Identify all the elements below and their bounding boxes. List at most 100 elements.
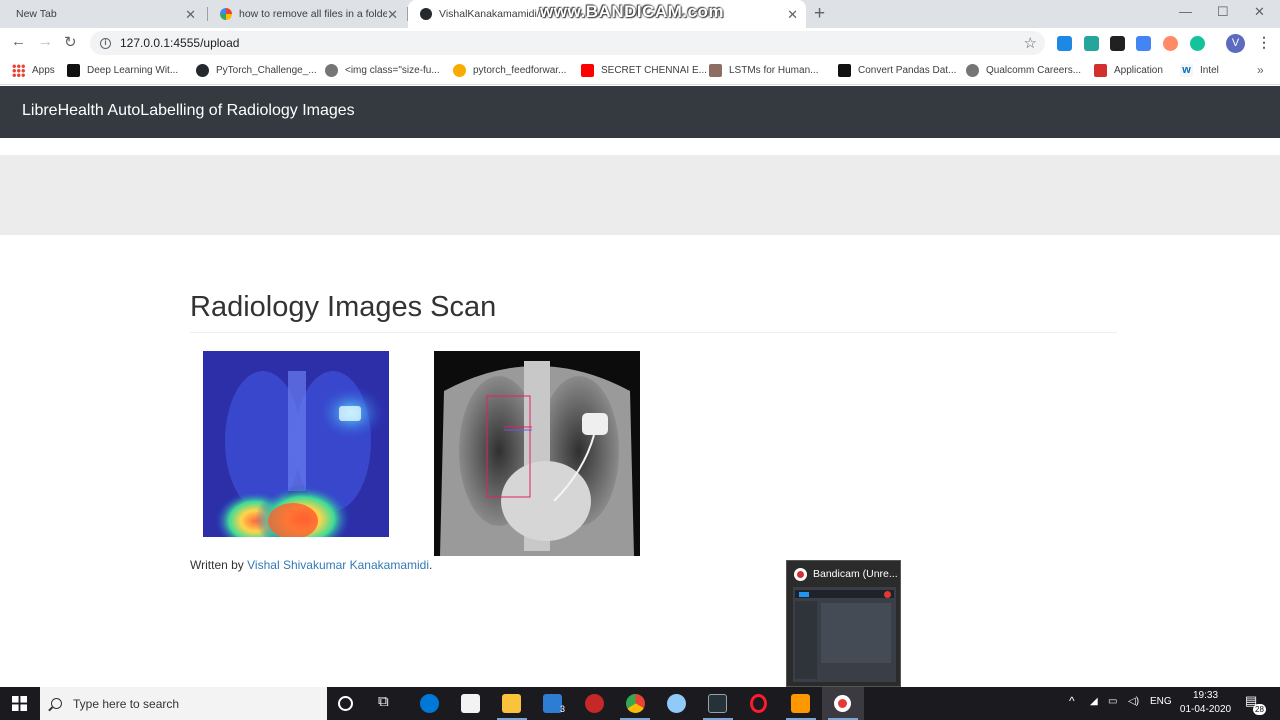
bandicam-record-dot <box>838 699 847 708</box>
clock-date: 01-04-2020 <box>1179 704 1232 715</box>
footer-suffix: . <box>429 558 433 572</box>
battery-icon[interactable]: ▭ <box>1108 696 1117 707</box>
xray-image <box>434 351 640 556</box>
extension-icon[interactable] <box>1110 36 1125 51</box>
clock-time: 19:33 <box>1192 690 1219 701</box>
thumbnail-record-icon <box>884 591 891 598</box>
taskbar-search-box[interactable]: Type here to search <box>40 687 327 720</box>
thumbnail-sidebar <box>795 601 817 679</box>
github-icon <box>196 64 209 77</box>
bookmark-item[interactable]: Qualcomm Careers... <box>966 64 1081 77</box>
bookmark-item[interactable]: Convert Pandas Dat... <box>838 64 956 77</box>
tab-google-search[interactable]: how to remove all files in a folde ✕ <box>208 0 406 28</box>
avatar-icon <box>709 64 722 77</box>
chrome-icon[interactable] <box>626 694 645 713</box>
bookmark-label: PyTorch_Challenge_... <box>216 65 317 76</box>
heatmap-image <box>203 351 389 537</box>
bookmark-label: Intel <box>1200 65 1219 76</box>
tab-title: VishalKanakamamidi/De <box>439 8 554 20</box>
network-icon[interactable]: ◢ <box>1090 696 1098 707</box>
bookmarks-overflow-icon[interactable]: » <box>1257 63 1264 77</box>
bookmark-item[interactable]: Application <box>1094 64 1163 77</box>
intel-icon: w <box>1180 64 1193 77</box>
address-bar[interactable]: i 127.0.0.1:4555/upload ☆ <box>90 31 1045 55</box>
jumbotron <box>0 155 1280 235</box>
app-icon[interactable] <box>585 694 604 713</box>
bookmark-label: <img class="size-fu... <box>345 65 440 76</box>
bookmark-item[interactable]: <img class="size-fu... <box>325 64 440 77</box>
github-icon <box>420 8 432 20</box>
bookmark-item[interactable]: LSTMs for Human... <box>709 64 818 77</box>
tab-close-icon[interactable]: ✕ <box>387 7 398 23</box>
profile-avatar[interactable]: V <box>1226 34 1245 53</box>
globe-icon <box>966 64 979 77</box>
back-arrow-icon[interactable]: ← <box>11 33 26 50</box>
menu-kebab-icon[interactable]: ⋮ <box>1257 34 1271 51</box>
bandicam-preview-popup[interactable]: Bandicam (Unre... <box>786 560 901 687</box>
browser-tab-strip: New Tab ✕ how to remove all files in a f… <box>0 0 1280 28</box>
bookmark-label: Deep Learning Wit... <box>87 65 179 76</box>
tab-title: how to remove all files in a folde <box>239 8 387 20</box>
app-icon[interactable] <box>667 694 686 713</box>
search-placeholder: Type here to search <box>73 696 180 711</box>
medium-icon <box>67 64 80 77</box>
mail-badge: 3 <box>560 704 566 714</box>
forward-arrow-icon[interactable]: → <box>38 33 53 50</box>
popup-title: Bandicam (Unre... <box>813 568 898 580</box>
tab-close-icon[interactable]: ✕ <box>185 7 196 23</box>
reload-icon[interactable]: ↻ <box>64 33 77 51</box>
terminal-icon[interactable] <box>708 694 727 713</box>
bookmarks-bar: Apps Deep Learning Wit... PyTorch_Challe… <box>0 58 1280 85</box>
taskbar-clock[interactable]: 19:33 01-04-2020 <box>1178 689 1233 717</box>
bookmark-item[interactable]: SECRET CHENNAI E... <box>581 64 707 77</box>
window-thumbnail[interactable] <box>793 587 896 682</box>
language-indicator[interactable]: ENG <box>1150 696 1172 707</box>
window-close-icon[interactable]: ✕ <box>1254 4 1265 20</box>
site-brand[interactable]: LibreHealth AutoLabelling of Radiology I… <box>22 102 355 120</box>
tab-title: New Tab <box>16 8 57 20</box>
url-text: 127.0.0.1:4555/upload <box>120 36 240 50</box>
edge-icon[interactable] <box>420 694 439 713</box>
notification-badge: 28 <box>1253 704 1266 715</box>
thumbnail-button <box>799 592 809 597</box>
opera-icon[interactable] <box>750 694 767 713</box>
bookmark-item[interactable]: pytorch_feedforwar... <box>453 64 566 77</box>
tab-new-tab[interactable]: New Tab ✕ <box>4 0 204 28</box>
bookmark-label: Qualcomm Careers... <box>986 65 1082 76</box>
footer-credit: Written by Vishal Shivakumar Kanakamamid… <box>190 558 432 572</box>
bookmark-item[interactable]: w Intel <box>1180 64 1219 77</box>
author-link[interactable]: Vishal Shivakumar Kanakamamidi <box>247 558 429 572</box>
tray-chevron-up-icon[interactable]: ^ <box>1069 694 1075 708</box>
thumbnail-toolbar <box>795 590 894 598</box>
page-title: Radiology Images Scan <box>190 291 497 323</box>
volume-icon[interactable]: ◁) <box>1128 696 1139 707</box>
download-extension-icon[interactable] <box>1057 36 1072 51</box>
windows-taskbar: Type here to search ⧉ 3 ^ ◢ ▭ ◁) ENG 19:… <box>0 687 1280 720</box>
task-view-icon[interactable]: ⧉ <box>378 693 397 712</box>
youtube-icon <box>581 64 594 77</box>
bookmark-star-icon[interactable]: ☆ <box>1024 34 1037 52</box>
new-tab-icon[interactable]: + <box>814 3 825 25</box>
minimize-icon[interactable]: — <box>1179 4 1192 19</box>
extension-icon[interactable] <box>1163 36 1178 51</box>
file-explorer-icon[interactable] <box>502 694 521 713</box>
bookmark-label: pytorch_feedforwar... <box>473 65 567 76</box>
bookmark-apps[interactable]: Apps <box>12 64 55 77</box>
maximize-icon[interactable]: ☐ <box>1217 4 1229 20</box>
bookmark-label: SECRET CHENNAI E... <box>601 65 707 76</box>
windows-start-icon[interactable] <box>12 696 27 711</box>
bookmark-item[interactable]: Deep Learning Wit... <box>67 64 178 77</box>
bookmark-item[interactable]: PyTorch_Challenge_... <box>196 64 317 77</box>
cortana-icon[interactable] <box>338 696 353 711</box>
screenshot-extension-icon[interactable] <box>1084 36 1099 51</box>
store-icon[interactable] <box>461 694 480 713</box>
bookmark-label: Apps <box>32 65 55 76</box>
grammarly-icon[interactable] <box>1190 36 1205 51</box>
divider <box>190 332 1117 333</box>
site-info-icon[interactable]: i <box>100 37 111 49</box>
tab-close-icon[interactable]: ✕ <box>787 7 798 23</box>
bandicam-watermark: www.BANDICAM.com <box>540 2 724 21</box>
sublime-text-icon[interactable] <box>791 694 810 713</box>
bookmark-label: Application <box>1114 65 1163 76</box>
translate-extension-icon[interactable] <box>1136 36 1151 51</box>
